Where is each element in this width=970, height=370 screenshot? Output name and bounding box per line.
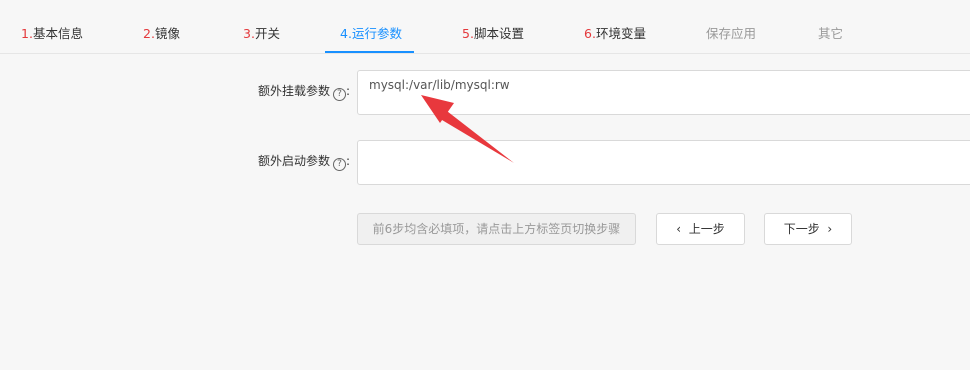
required-steps-hint-button[interactable]: 前6步均含必填项，请点击上方标签页切换步骤	[357, 213, 636, 245]
tab-step-number: 6.	[584, 26, 596, 41]
tab-label: 脚本设置	[473, 26, 524, 41]
tab-env-vars[interactable]: 6.环境变量	[584, 0, 646, 53]
label-colon: :	[345, 84, 350, 98]
next-step-label: 下一步	[783, 222, 820, 236]
chevron-left-icon: ‹	[676, 222, 682, 236]
tab-label: 开关	[254, 26, 280, 41]
tab-label: 其它	[818, 26, 844, 41]
question-circle-icon[interactable]: ?	[332, 88, 346, 101]
extra-mount-label-text: 额外挂载参数	[257, 84, 330, 98]
extra-start-label: 额外启动参数?:	[10, 152, 350, 171]
annotation-arrow-icon	[421, 95, 514, 163]
tab-label: 运行参数	[351, 26, 402, 41]
prev-step-button[interactable]: ‹ 上一步	[656, 213, 745, 245]
step-tabs: 1.基本信息 2.镜像 3.开关 4.运行参数 5.脚本设置 6.环境变量 保存…	[0, 0, 970, 54]
extra-mount-input[interactable]: mysql:/var/lib/mysql:rw	[357, 70, 970, 115]
prev-step-label: 上一步	[688, 222, 725, 236]
active-tab-underline	[325, 51, 414, 53]
tab-switch[interactable]: 3.开关	[243, 0, 280, 53]
hint-text: 前6步均含必填项，请点击上方标签页切换步骤	[372, 222, 621, 236]
tab-other[interactable]: 其它	[818, 0, 843, 53]
extra-start-label-text: 额外启动参数	[257, 154, 330, 168]
tab-label: 基本信息	[32, 26, 83, 41]
tab-step-number: 1.	[21, 26, 33, 41]
tab-run-params[interactable]: 4.运行参数	[340, 0, 402, 53]
tab-step-number: 5.	[462, 26, 474, 41]
tab-label: 镜像	[154, 26, 180, 41]
tab-step-number: 3.	[243, 26, 255, 41]
tab-basic-info[interactable]: 1.基本信息	[21, 0, 83, 53]
tab-step-number: 2.	[143, 26, 155, 41]
extra-start-input[interactable]	[357, 140, 970, 185]
tab-label: 保存应用	[706, 26, 757, 41]
extra-mount-label: 额外挂载参数?:	[10, 82, 350, 101]
tab-label: 环境变量	[595, 26, 646, 41]
tab-save-app[interactable]: 保存应用	[706, 0, 756, 53]
question-circle-icon[interactable]: ?	[332, 158, 346, 171]
tab-step-number: 4.	[340, 26, 352, 41]
chevron-right-icon: ›	[827, 222, 833, 236]
next-step-button[interactable]: 下一步 ›	[764, 213, 852, 245]
tab-image[interactable]: 2.镜像	[143, 0, 180, 53]
tab-script-settings[interactable]: 5.脚本设置	[462, 0, 524, 53]
label-colon: :	[345, 154, 350, 168]
